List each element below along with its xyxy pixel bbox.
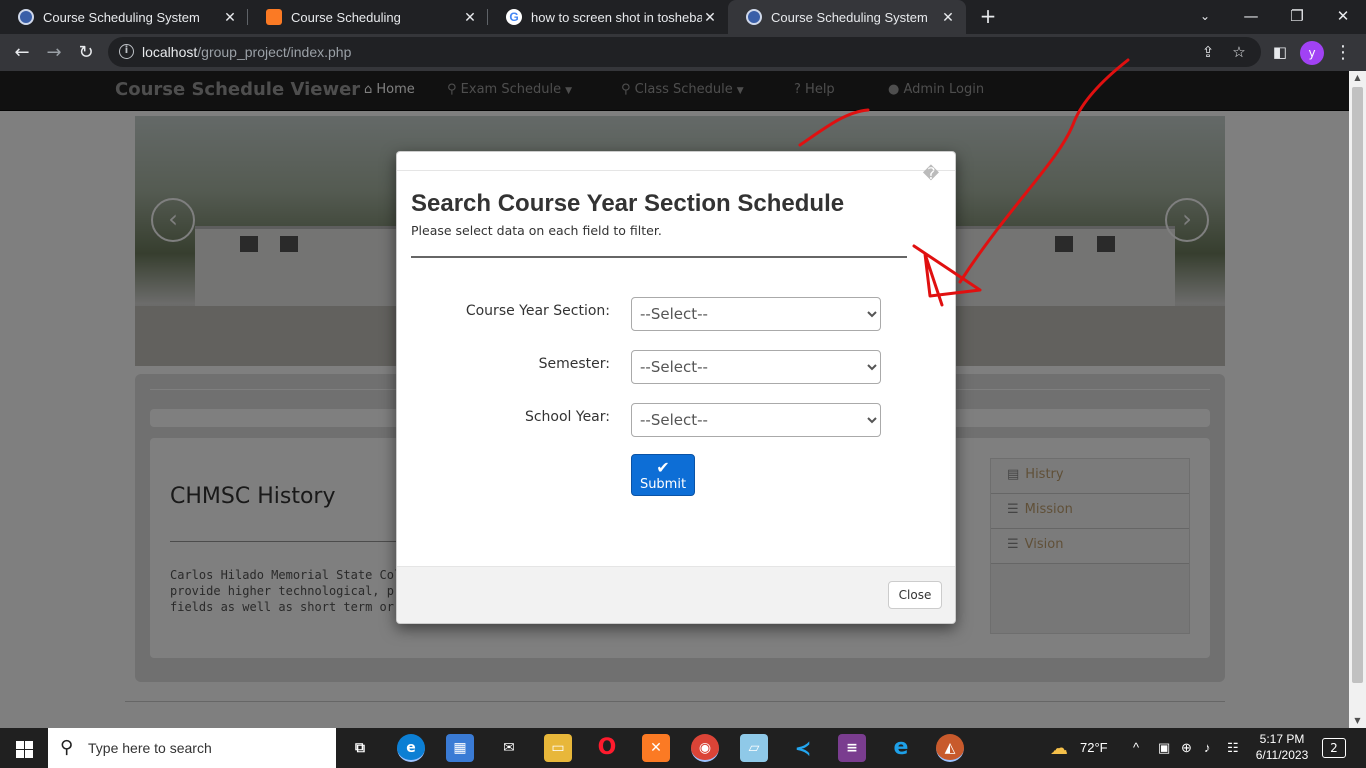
browser-tab-active[interactable]: Course Scheduling System ✕ [728, 0, 966, 34]
modal-subtitle: Please select data on each field to filt… [411, 223, 662, 238]
minimize-button[interactable]: — [1228, 2, 1274, 30]
checkmark-icon: ✔ [656, 458, 670, 477]
new-tab-button[interactable]: + [977, 5, 999, 27]
forward-arrow-icon[interactable]: → [41, 40, 67, 66]
modal-top-divider [397, 170, 955, 171]
tab-title: Course Scheduling System [43, 9, 200, 25]
windows-start-icon[interactable] [0, 728, 48, 768]
profile-avatar[interactable]: y [1300, 41, 1324, 65]
tab-close-icon[interactable]: ✕ [940, 9, 956, 26]
site-info-icon[interactable]: i [119, 44, 134, 59]
task-view-icon[interactable]: ⧉ [346, 734, 374, 762]
weather-icon[interactable]: ☁ [1050, 738, 1068, 759]
microsoft-store-icon[interactable]: ▦ [446, 734, 474, 762]
mail-icon[interactable]: ✉ [495, 734, 523, 762]
page-scrollbar[interactable]: ▲ ▼ [1349, 71, 1366, 728]
site-favicon-icon [746, 9, 762, 25]
scroll-up-icon[interactable]: ▲ [1349, 71, 1366, 85]
semester-select[interactable]: --Select-- [631, 350, 881, 384]
winrar-icon[interactable]: ≡ [838, 734, 866, 762]
browser-tab-strip: Course Scheduling System ✕ Course Schedu… [0, 0, 1366, 34]
notes-app-icon[interactable]: ▱ [740, 734, 768, 762]
browser-tab[interactable]: G how to screen shot in tosheba pc ✕ [488, 0, 728, 34]
tab-title: Course Scheduling [291, 9, 401, 25]
browser-menu-icon[interactable]: ⋮ [1334, 42, 1352, 64]
tab-close-icon[interactable]: ✕ [462, 9, 478, 26]
tab-title: how to screen shot in tosheba pc [531, 9, 702, 25]
modal-title: Search Course Year Section Schedule [411, 190, 845, 217]
search-schedule-modal: � Search Course Year Section Schedule Pl… [396, 151, 956, 624]
taskbar-search-box[interactable]: ⚲ Type here to search [48, 728, 336, 768]
tab-title: Course Scheduling System [771, 9, 928, 25]
side-panel-icon[interactable]: ◧ [1270, 42, 1290, 62]
weather-temperature[interactable]: 72°F [1080, 740, 1108, 755]
scrollbar-thumb[interactable] [1352, 87, 1363, 683]
tab-close-icon[interactable]: ✕ [702, 9, 718, 26]
clock-date: 6/11/2023 [1255, 748, 1309, 762]
restore-button[interactable]: ❐ [1274, 2, 1320, 30]
show-hidden-icons-chevron-icon[interactable]: ^ [1133, 740, 1139, 755]
page-viewport: Course Schedule Viewer ⌂ Home ⚲ Exam Sch… [0, 71, 1366, 728]
modal-footer: Close [397, 566, 955, 623]
school-year-select[interactable]: --Select-- [631, 403, 881, 437]
taskbar-clock[interactable]: 5:17 PM 6/11/2023 [1252, 731, 1312, 763]
bookmark-star-icon[interactable]: ☆ [1229, 42, 1249, 62]
network-icon[interactable]: ⊕ [1181, 740, 1192, 756]
tab-search-chevron-icon[interactable]: ⌄ [1182, 2, 1228, 30]
site-favicon-icon [18, 9, 34, 25]
notification-icon[interactable]: 2 [1322, 738, 1346, 758]
modal-divider [411, 256, 907, 258]
google-favicon-icon: G [506, 9, 522, 25]
course-year-section-label: Course Year Section: [465, 303, 610, 319]
vscode-icon[interactable]: ≺ [789, 734, 817, 762]
close-button[interactable]: Close [888, 581, 942, 609]
edge-icon[interactable]: e [397, 734, 425, 762]
form-row-school-year: School Year: --Select-- [397, 403, 955, 437]
share-icon[interactable]: ⇪ [1198, 42, 1218, 62]
back-arrow-icon[interactable]: ← [9, 40, 35, 66]
search-icon: ⚲ [60, 737, 74, 758]
address-bar[interactable]: i localhost/group_project/index.php ⇪ ☆ [108, 37, 1261, 67]
url-text[interactable]: localhost/group_project/index.php [142, 44, 351, 60]
internet-explorer-icon[interactable]: e [887, 734, 915, 762]
browser-tab[interactable]: Course Scheduling ✕ [248, 0, 488, 34]
scroll-down-icon[interactable]: ▼ [1349, 714, 1366, 728]
form-row-course-year-section: Course Year Section: --Select-- [397, 297, 955, 331]
browser-toolbar: ← → ↻ i localhost/group_project/index.ph… [0, 34, 1366, 71]
tab-close-icon[interactable]: ✕ [222, 9, 238, 26]
form-row-semester: Semester: --Select-- [397, 350, 955, 384]
volume-icon[interactable]: ♪ [1204, 740, 1211, 755]
submit-label: Submit [639, 477, 687, 492]
photos-app-icon[interactable]: ◭ [936, 734, 964, 762]
meet-now-icon[interactable]: ▣ [1158, 740, 1170, 756]
xampp-icon[interactable]: ✕ [642, 734, 670, 762]
windows-taskbar: ⚲ Type here to search ⧉ e ▦ ✉ ▭ O ✕ ◉ ▱ … [0, 728, 1366, 768]
school-year-label: School Year: [524, 409, 610, 425]
language-icon[interactable]: ☷ [1227, 740, 1239, 756]
window-close-button[interactable]: ✕ [1320, 2, 1366, 30]
chrome-icon[interactable]: ◉ [691, 734, 719, 762]
xampp-favicon-icon [266, 9, 282, 25]
file-explorer-icon[interactable]: ▭ [544, 734, 572, 762]
clock-time: 5:17 PM [1259, 732, 1305, 746]
reload-icon[interactable]: ↻ [73, 40, 99, 66]
semester-label: Semester: [538, 356, 610, 372]
course-year-section-select[interactable]: --Select-- [631, 297, 881, 331]
opera-icon[interactable]: O [593, 734, 621, 762]
taskbar-search-placeholder[interactable]: Type here to search [88, 740, 212, 756]
modal-close-icon[interactable]: � [921, 164, 941, 184]
submit-button[interactable]: ✔ Submit [631, 454, 695, 496]
browser-tab[interactable]: Course Scheduling System ✕ [0, 0, 248, 34]
